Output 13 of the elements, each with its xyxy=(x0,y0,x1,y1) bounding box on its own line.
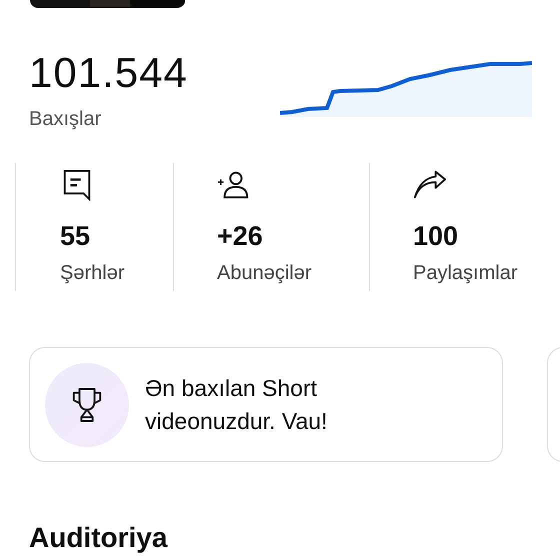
stat-label: Şərhlər xyxy=(60,262,126,285)
views-label: Baxışlar xyxy=(29,108,102,131)
views-count: 101.544 xyxy=(29,48,188,98)
stat-value: +26 xyxy=(217,221,264,252)
stat-label: Paylaşımlar xyxy=(413,262,518,285)
highlight-text: Ən baxılan Short videonuzdur. Vau! xyxy=(145,374,328,436)
stat-label: Abunəçilər xyxy=(217,262,313,285)
stat-value: 55 xyxy=(60,221,92,252)
share-icon xyxy=(413,169,447,201)
section-title: Auditoriya xyxy=(29,522,169,554)
trophy-icon xyxy=(71,386,103,422)
stat-value: 100 xyxy=(413,221,460,252)
add-person-icon xyxy=(217,169,251,201)
